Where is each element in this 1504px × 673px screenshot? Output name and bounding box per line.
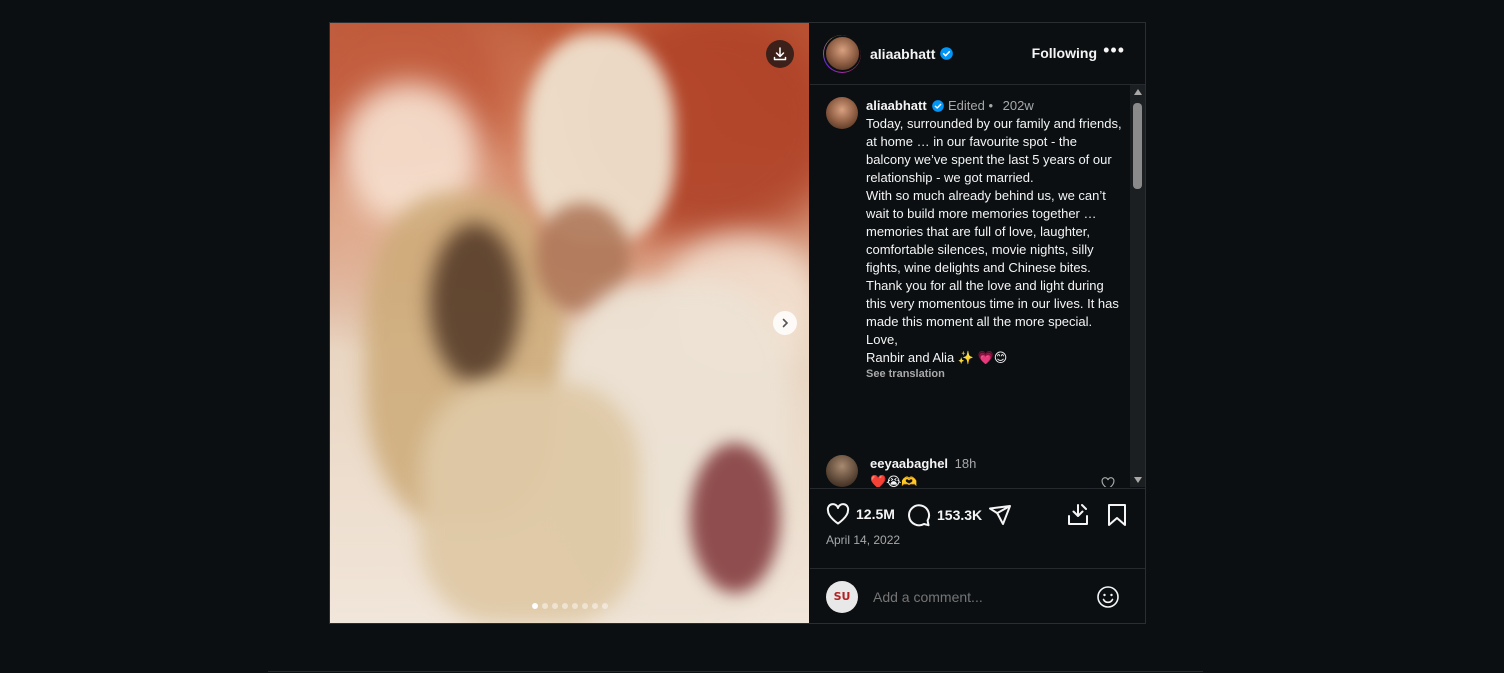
emoji-icon[interactable]: [1096, 585, 1120, 609]
meta-separator: •: [988, 98, 993, 113]
like-button[interactable]: 12.5M: [826, 503, 895, 525]
scroll-up-arrow[interactable]: [1134, 89, 1142, 95]
caption-text: Today, surrounded by our family and frie…: [866, 115, 1124, 367]
edited-label: Edited: [947, 98, 985, 113]
caption-paragraph: With so much already behind us, we can’t…: [866, 188, 1106, 275]
download-icon: [1068, 504, 1088, 525]
scroll-down-arrow[interactable]: [1134, 477, 1142, 483]
author-avatar[interactable]: [823, 34, 861, 73]
save-to-device-button[interactable]: [1066, 503, 1090, 527]
commenter-username[interactable]: eeyaabaghel: [870, 456, 948, 471]
comment-button[interactable]: 153.3K: [907, 503, 982, 527]
bookmark-icon: [1108, 504, 1126, 526]
send-icon: [989, 505, 1011, 525]
post-date[interactable]: April 14, 2022: [826, 533, 900, 547]
caption-header: aliaabhatt Edited • 202w: [866, 97, 1124, 115]
carousel-dot: [541, 603, 548, 609]
carousel-dot: [601, 603, 608, 609]
carousel-dot: [591, 603, 598, 609]
carousel-dot: [581, 603, 588, 609]
see-translation-link[interactable]: See translation: [866, 367, 1124, 381]
action-bar: 12.5M 153.3K: [810, 488, 1145, 534]
page-divider: [268, 671, 1203, 672]
post-header: aliaabhatt Following •••: [810, 23, 1145, 85]
comments-scrollbar[interactable]: [1130, 85, 1145, 487]
caption-author-avatar[interactable]: [826, 97, 858, 129]
author-username[interactable]: aliaabhatt: [870, 46, 935, 62]
chevron-right-icon: [782, 318, 789, 328]
comments-panel: aliaabhatt Edited • 202w Today, surround…: [810, 85, 1145, 487]
comment: eeyaabaghel 18h ❤️😭🫶: [870, 455, 976, 487]
carousel-dot: [561, 603, 568, 609]
scroll-thumb[interactable]: [1133, 103, 1142, 189]
comment-icon: [908, 504, 931, 527]
comment-count[interactable]: 153.3K: [937, 507, 982, 523]
comment-text: ❤️😭🫶: [870, 474, 918, 487]
download-button[interactable]: [766, 40, 794, 68]
carousel-indicators: [330, 603, 809, 609]
current-user-avatar[interactable]: SU: [826, 580, 858, 613]
comment-age: 18h: [954, 456, 977, 471]
verified-badge-icon: [940, 47, 954, 60]
more-options-icon[interactable]: •••: [1103, 40, 1125, 61]
caption: aliaabhatt Edited • 202w Today, surround…: [866, 97, 1124, 381]
comment-input[interactable]: [871, 587, 1095, 606]
post-image[interactable]: [330, 23, 809, 623]
share-button[interactable]: [988, 503, 1012, 527]
download-icon: [773, 47, 787, 61]
following-button[interactable]: Following: [1032, 45, 1097, 61]
caption-age: 202w: [1002, 98, 1034, 113]
like-comment-icon[interactable]: [1101, 477, 1115, 487]
carousel-dot: [531, 603, 538, 609]
verified-badge-icon: [932, 100, 945, 112]
caption-paragraph: Love,: [866, 332, 898, 347]
carousel-dot: [571, 603, 578, 609]
commenter-avatar[interactable]: [826, 455, 858, 487]
heart-icon: [826, 503, 850, 525]
next-slide-button[interactable]: [773, 311, 797, 335]
caption-username[interactable]: aliaabhatt: [866, 98, 927, 113]
caption-paragraph: Thank you for all the love and light dur…: [866, 278, 1119, 329]
bookmark-button[interactable]: [1106, 503, 1128, 527]
caption-paragraph: Today, surrounded by our family and frie…: [866, 116, 1122, 185]
post-sidebar: aliaabhatt Following ••• aliaabhatt Edit…: [810, 23, 1145, 623]
caption-paragraph: Ranbir and Alia ✨ 💗😊: [866, 350, 1008, 365]
add-comment-bar: SU: [810, 568, 1145, 624]
carousel-dot: [551, 603, 558, 609]
post-dialog: aliaabhatt Following ••• aliaabhatt Edit…: [329, 22, 1146, 624]
like-count[interactable]: 12.5M: [856, 506, 895, 522]
